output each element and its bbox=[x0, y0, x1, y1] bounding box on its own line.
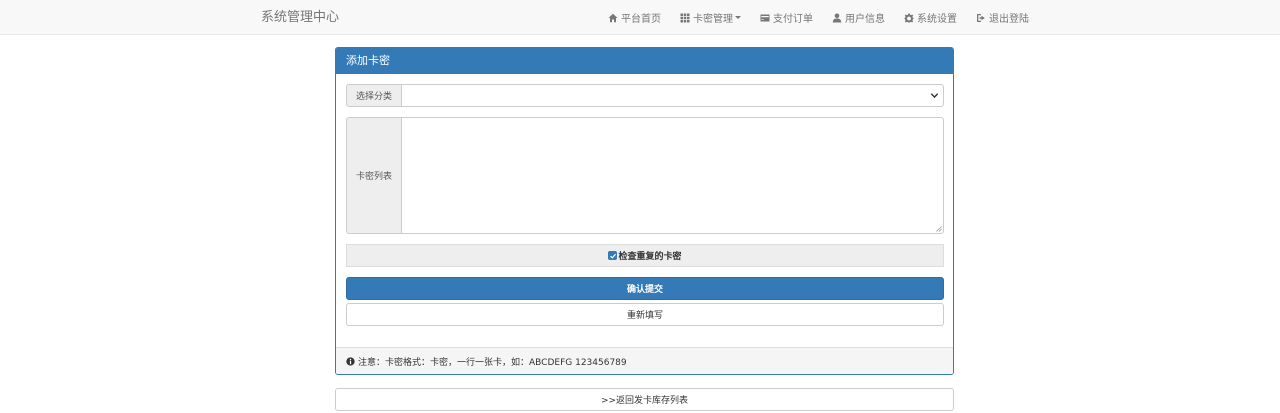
add-cards-panel: 添加卡密 选择分类 卡密列表 检查重复的卡密 确认提交 重新填写 注意：卡密格式… bbox=[335, 47, 954, 375]
cards-textarea-wrap bbox=[401, 117, 944, 234]
format-note: 注意：卡密格式：卡密，一行一张卡，如：ABCDEFG 123456789 bbox=[358, 357, 627, 368]
logout-icon bbox=[977, 13, 985, 22]
nav-item-system-settings[interactable]: 系统设置 bbox=[904, 0, 957, 35]
caret-down-icon bbox=[735, 16, 741, 19]
nav-menu: 平台首页 卡密管理 支付订单 用户信息 系统设置 退出登陆 bbox=[589, 0, 1029, 35]
chevron-down-icon bbox=[930, 93, 939, 99]
nav-item-user-info[interactable]: 用户信息 bbox=[832, 0, 885, 35]
cards-label: 卡密列表 bbox=[346, 117, 401, 234]
back-to-inventory-button[interactable]: >>返回发卡库存列表 bbox=[335, 388, 954, 411]
nav-item-card-management[interactable]: 卡密管理 bbox=[680, 0, 741, 35]
nav-item-label: 用户信息 bbox=[845, 14, 885, 25]
category-select[interactable] bbox=[401, 84, 944, 107]
credit-card-icon bbox=[760, 14, 770, 21]
top-navbar: 系统管理中心 平台首页 卡密管理 支付订单 用户信息 系统设置 退出登陆 bbox=[0, 0, 1280, 35]
resize-grip-icon[interactable] bbox=[936, 226, 942, 232]
category-label: 选择分类 bbox=[346, 84, 401, 107]
category-row: 选择分类 bbox=[346, 84, 944, 107]
check-duplicates-checkbox[interactable] bbox=[608, 251, 618, 260]
nav-item-label: 平台首页 bbox=[621, 14, 661, 25]
brand-title[interactable]: 系统管理中心 bbox=[261, 9, 339, 26]
cards-textarea[interactable] bbox=[401, 117, 944, 234]
nav-item-label: 退出登陆 bbox=[989, 14, 1029, 25]
nav-item-label: 卡密管理 bbox=[693, 14, 733, 25]
cards-row: 卡密列表 bbox=[346, 117, 944, 234]
gear-icon bbox=[904, 13, 914, 22]
info-circle-icon bbox=[346, 356, 355, 366]
reset-button[interactable]: 重新填写 bbox=[346, 303, 944, 326]
check-duplicates-row[interactable]: 检查重复的卡密 bbox=[346, 244, 944, 267]
panel-body: 选择分类 卡密列表 检查重复的卡密 确认提交 重新填写 bbox=[336, 74, 953, 347]
nav-item-payment-orders[interactable]: 支付订单 bbox=[760, 0, 813, 35]
nav-item-label: 支付订单 bbox=[773, 14, 813, 25]
check-duplicates-label: 检查重复的卡密 bbox=[618, 252, 682, 262]
home-icon bbox=[608, 13, 618, 22]
nav-item-label: 系统设置 bbox=[917, 14, 957, 25]
user-icon bbox=[832, 13, 842, 22]
nav-item-home[interactable]: 平台首页 bbox=[608, 0, 661, 35]
check-icon bbox=[610, 253, 617, 259]
panel-footer: 注意：卡密格式：卡密，一行一张卡，如：ABCDEFG 123456789 bbox=[336, 347, 953, 374]
nav-item-logout[interactable]: 退出登陆 bbox=[976, 0, 1029, 35]
submit-button[interactable]: 确认提交 bbox=[346, 277, 944, 300]
grid-icon bbox=[680, 13, 690, 22]
panel-title: 添加卡密 bbox=[336, 48, 953, 74]
